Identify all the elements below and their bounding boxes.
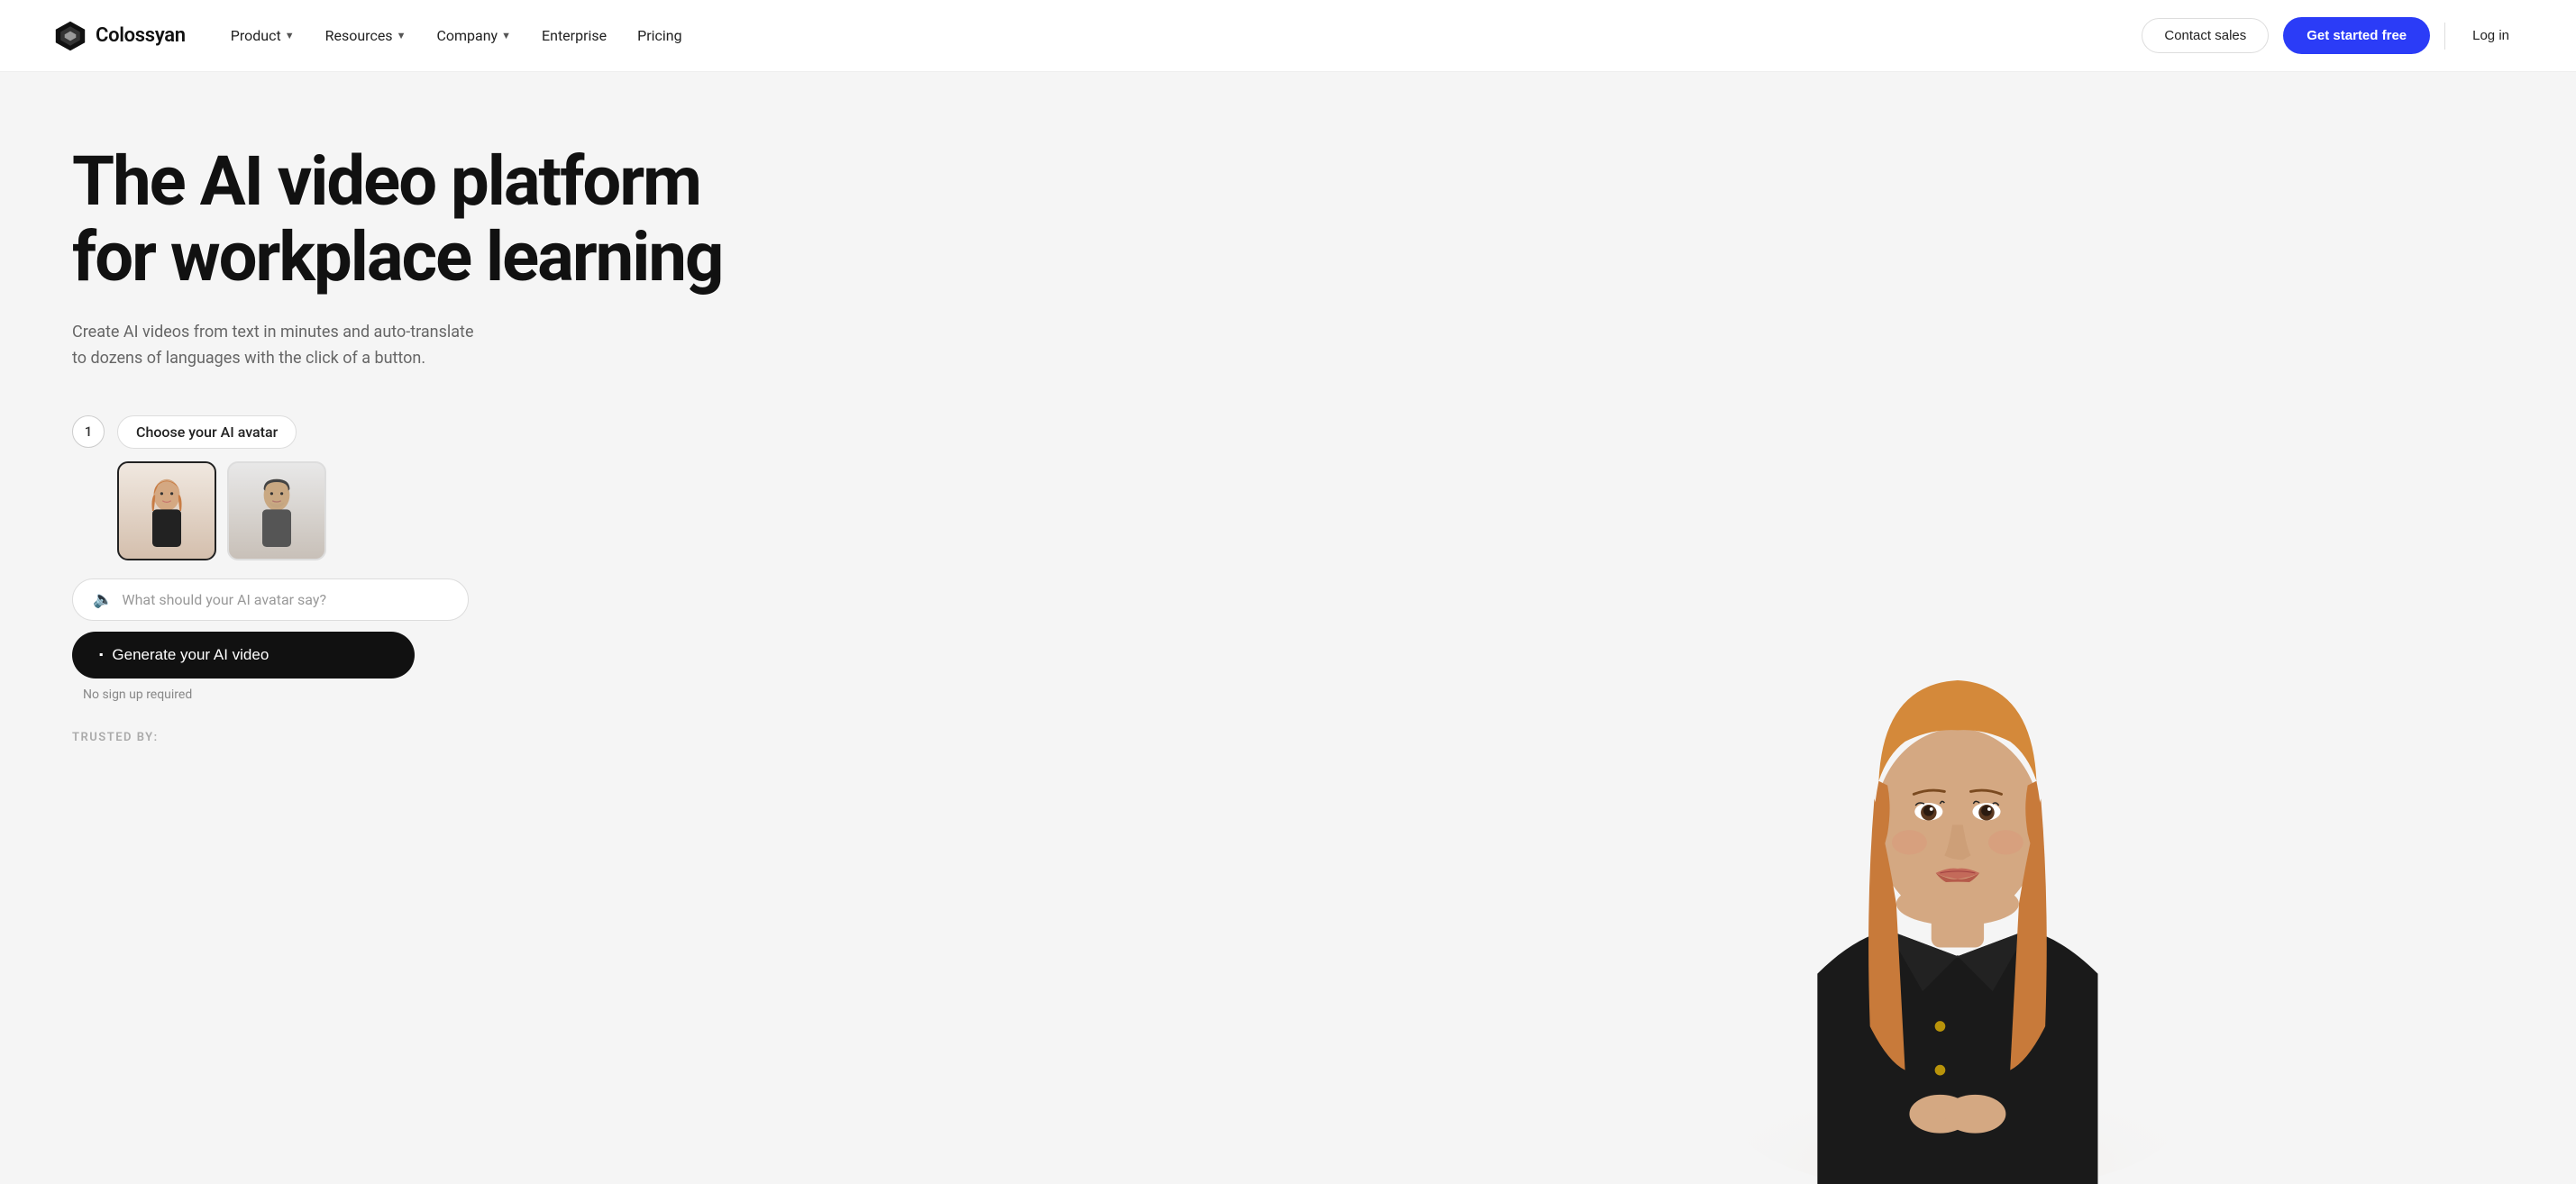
nav-links: Product ▼ Resources ▼ Company ▼ Enterpri… xyxy=(218,20,695,51)
step-label: Choose your AI avatar xyxy=(117,415,297,449)
navbar: Colossyan Product ▼ Resources ▼ Company … xyxy=(0,0,2576,72)
chevron-down-icon: ▼ xyxy=(397,30,406,41)
chevron-down-icon: ▼ xyxy=(285,30,295,41)
nav-link-pricing[interactable]: Pricing xyxy=(625,20,695,51)
speaker-icon: 🔈 xyxy=(93,590,113,609)
hero-avatar-svg xyxy=(1339,553,2576,1184)
logo-icon xyxy=(54,20,87,52)
avatar-male-thumb[interactable] xyxy=(227,461,326,560)
contact-sales-button[interactable]: Contact sales xyxy=(2142,18,2269,53)
avatar-female-image xyxy=(131,475,203,547)
chevron-down-icon: ▼ xyxy=(501,30,511,41)
logo[interactable]: Colossyan xyxy=(54,20,186,52)
nav-link-enterprise[interactable]: Enterprise xyxy=(529,20,619,51)
step-number: 1 xyxy=(72,415,105,448)
nav-right: Contact sales Get started free Log in xyxy=(2142,17,2522,54)
nav-link-company[interactable]: Company ▼ xyxy=(424,20,524,51)
nav-left: Colossyan Product ▼ Resources ▼ Company … xyxy=(54,20,695,52)
get-started-button[interactable]: Get started free xyxy=(2283,17,2430,54)
trusted-by-label: TRUSTED BY: xyxy=(72,731,469,744)
say-placeholder: What should your AI avatar say? xyxy=(122,591,326,608)
hero-content: The AI video platform for workplace lear… xyxy=(0,72,1417,798)
nav-divider xyxy=(2444,23,2445,50)
hero-subtitle: Create AI videos from text in minutes an… xyxy=(72,320,487,372)
generate-button[interactable]: ⬝ Generate your AI video xyxy=(72,632,415,679)
avatar-female-thumb[interactable] xyxy=(117,461,216,560)
logo-text: Colossyan xyxy=(96,24,186,47)
external-link-icon: ⬝ xyxy=(99,647,103,663)
step-row: 1 Choose your AI avatar xyxy=(72,415,469,449)
login-button[interactable]: Log in xyxy=(2460,19,2522,52)
say-input[interactable]: 🔈 What should your AI avatar say? xyxy=(72,578,469,621)
avatar-selector xyxy=(117,461,469,560)
nav-link-resources[interactable]: Resources ▼ xyxy=(313,20,419,51)
demo-ui-card: 1 Choose your AI avatar xyxy=(72,415,469,744)
no-signup-text: No sign up required xyxy=(83,688,469,702)
hero-title: The AI video platform for workplace lear… xyxy=(72,144,1363,295)
hero-section: The AI video platform for workplace lear… xyxy=(0,72,2576,1184)
hero-avatar-image xyxy=(1339,72,2576,1184)
avatar-male-image xyxy=(241,475,313,547)
nav-link-product[interactable]: Product ▼ xyxy=(218,20,307,51)
